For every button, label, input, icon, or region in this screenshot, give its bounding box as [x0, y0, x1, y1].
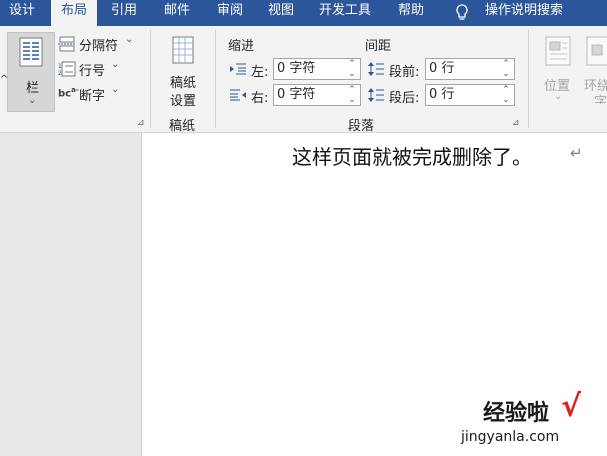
document-area: 这样页面就被完成删除了。 ↵ 经验啦 √ jingyanla.com: [0, 133, 607, 456]
chevron-down-icon: ⌄: [125, 34, 134, 45]
spinner-arrows-icon[interactable]: ⌃ ⌄: [501, 59, 511, 79]
lightbulb-icon: [455, 4, 469, 26]
spacing-before-field[interactable]: 0 行 ⌃ ⌄: [425, 58, 515, 80]
spacing-before-value: 0 行: [429, 61, 455, 76]
line-numbers-icon: 12: [58, 61, 76, 81]
manuscript-label-line2: 设置: [170, 94, 197, 109]
dialog-launcher-icon[interactable]: ⊿: [137, 118, 145, 128]
caret-icon: ^: [0, 74, 9, 85]
line-numbers-button[interactable]: 12 行号 ⌄: [58, 59, 128, 79]
manuscript-label-line1: 稿纸: [170, 76, 197, 91]
document-text[interactable]: 这样页面就被完成删除了。: [292, 141, 532, 170]
spacing-after-value: 0 行: [429, 87, 455, 102]
ribbon-tab-bar: 设计 布局 引用 邮件 审阅 视图 开发工具 帮助 操作说明搜索: [0, 0, 607, 26]
columns-icon: [19, 37, 43, 71]
tab-mailings[interactable]: 邮件: [164, 0, 194, 26]
document-left-margin: [0, 133, 142, 456]
spinner-arrows-icon[interactable]: ⌃ ⌄: [347, 85, 357, 105]
line-numbers-label: 行号: [79, 64, 106, 79]
group-divider: [215, 30, 216, 128]
chevron-down-icon: ⌄: [111, 59, 120, 70]
indent-left-icon: [230, 62, 246, 80]
indent-left-value: 0 字符: [277, 61, 316, 76]
paragraph-group-label: 段落: [348, 119, 375, 134]
tab-help[interactable]: 帮助: [398, 0, 428, 26]
manuscript-settings-button[interactable]: 稿纸 设置: [160, 34, 206, 109]
columns-label: 栏: [26, 81, 40, 96]
manuscript-icon: [172, 36, 194, 68]
spacing-after-icon: [368, 87, 384, 107]
tab-developer[interactable]: 开发工具: [319, 0, 379, 26]
spacing-header: 间距: [365, 39, 392, 54]
spinner-arrows-icon[interactable]: ⌃ ⌄: [501, 85, 511, 105]
tab-design[interactable]: 设计: [9, 0, 39, 26]
watermark-url: jingyanla.com: [461, 429, 560, 445]
group-divider: [528, 30, 529, 128]
wrap-text-icon: [586, 36, 607, 70]
wrap-text-button[interactable]: 环绕 字: [584, 34, 607, 104]
watermark-logo: 经验啦 √ jingyanla.com: [461, 389, 603, 453]
watermark-brand: 经验啦: [483, 401, 550, 426]
indent-left-field[interactable]: 0 字符 ⌃ ⌄: [273, 58, 361, 80]
svg-text:2: 2: [58, 70, 62, 77]
indent-right-field[interactable]: 0 字符 ⌃ ⌄: [273, 84, 361, 106]
ribbon-layout-panel: 栏 ⌄ ^ 分隔符 ⌄ 12 行号 ⌄ bca- 断字 ⌄ ⊿ 稿纸 设置 稿纸…: [0, 26, 607, 134]
hyphenation-label: 断字: [79, 89, 106, 104]
tab-references[interactable]: 引用: [111, 0, 141, 26]
hyphenation-icon: bca-: [58, 86, 79, 100]
columns-button[interactable]: 栏 ⌄: [7, 32, 55, 112]
indent-right-value: 0 字符: [277, 87, 316, 102]
tab-layout[interactable]: 布局: [51, 0, 97, 26]
dialog-launcher-icon[interactable]: ⊿: [512, 118, 520, 128]
manuscript-group-label: 稿纸: [169, 119, 196, 134]
tab-view[interactable]: 视图: [268, 0, 298, 26]
position-button[interactable]: 位置 ⌄: [538, 34, 578, 104]
wrap-text-label-2: 字: [594, 95, 607, 104]
tab-review[interactable]: 审阅: [217, 0, 247, 26]
breaks-button[interactable]: 分隔符 ⌄: [58, 34, 138, 54]
indent-right-label: 右:: [251, 91, 269, 106]
watermark-check-icon: √: [561, 389, 582, 424]
indent-right-icon: [230, 88, 246, 106]
hyphenation-button[interactable]: bca- 断字 ⌄: [58, 84, 128, 104]
breaks-icon: [58, 36, 76, 56]
spinner-arrows-icon[interactable]: ⌃ ⌄: [347, 59, 357, 79]
tell-me-search[interactable]: 操作说明搜索: [485, 0, 595, 26]
indent-left-label: 左:: [251, 65, 269, 80]
chevron-down-icon: ⌄: [111, 84, 120, 95]
chevron-down-icon: ⌄: [554, 91, 563, 102]
indent-header: 缩进: [228, 39, 255, 54]
spacing-before-label: 段前:: [389, 65, 420, 80]
position-icon: [545, 36, 571, 70]
svg-text:1: 1: [58, 63, 62, 70]
breaks-label: 分隔符: [79, 39, 119, 54]
spacing-after-label: 段后:: [389, 91, 420, 106]
spacing-before-icon: [368, 61, 384, 81]
chevron-down-icon: ⌄: [28, 95, 37, 106]
paragraph-mark-icon: ↵: [570, 144, 583, 162]
group-divider: [150, 30, 151, 128]
spacing-after-field[interactable]: 0 行 ⌃ ⌄: [425, 84, 515, 106]
